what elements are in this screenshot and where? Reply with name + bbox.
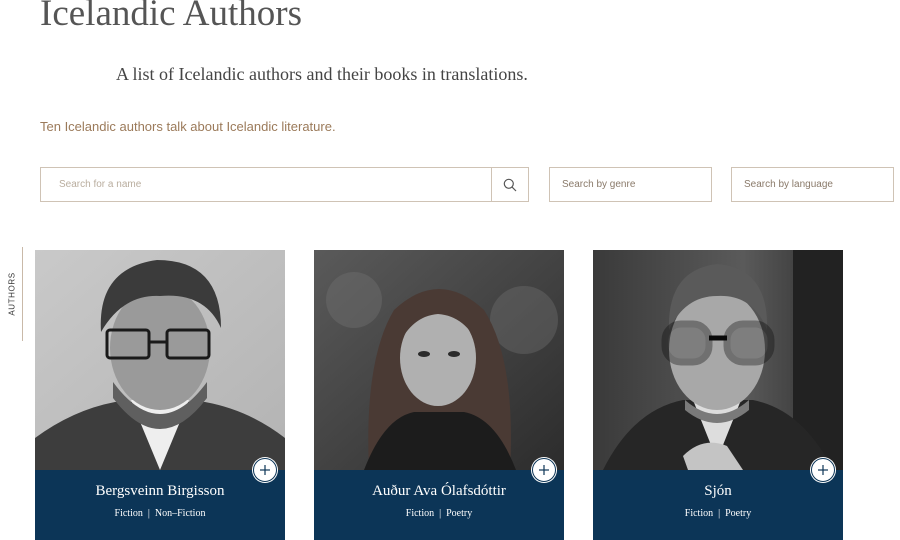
genre-tag: Fiction (684, 508, 714, 519)
expand-author-button[interactable] (253, 458, 277, 482)
author-card[interactable]: Bergsveinn Birgisson Fiction | Non–Fiction (35, 250, 285, 540)
author-name[interactable]: Sjón (593, 483, 843, 500)
author-name[interactable]: Bergsveinn Birgisson (35, 483, 285, 500)
genre-filter[interactable]: Search by genre (549, 167, 712, 202)
genre-separator: | (147, 508, 150, 519)
expand-author-button[interactable] (532, 458, 556, 482)
name-search-box (40, 167, 529, 202)
genre-tag: Poetry (725, 508, 752, 519)
authors-side-tab-label: AUTHORS (7, 272, 17, 316)
search-button[interactable] (491, 168, 528, 201)
author-genres: Fiction | Poetry (314, 508, 564, 519)
genre-filter-label: Search by genre (562, 179, 636, 190)
page-subtitle: A list of Icelandic authors and their bo… (116, 64, 528, 84)
genre-separator: | (439, 508, 442, 519)
plus-icon (818, 465, 828, 475)
language-filter-label: Search by language (744, 179, 833, 190)
page-title: Icelandic Authors (40, 0, 302, 34)
plus-icon (260, 465, 270, 475)
author-card[interactable]: Sjón Fiction | Poetry (593, 250, 843, 540)
name-search-input[interactable] (41, 168, 491, 201)
plus-icon (539, 465, 549, 475)
author-name[interactable]: Auður Ava Ólafsdóttir (314, 483, 564, 500)
intro-link[interactable]: Ten Icelandic authors talk about Iceland… (40, 119, 336, 134)
author-photo (593, 250, 843, 470)
genre-tag: Fiction (405, 508, 435, 519)
author-photo (314, 250, 564, 470)
search-icon (503, 178, 517, 191)
author-photo (35, 250, 285, 470)
author-card[interactable]: Auður Ava Ólafsdóttir Fiction | Poetry (314, 250, 564, 540)
genre-separator: | (718, 508, 721, 519)
authors-side-tab[interactable]: AUTHORS (0, 247, 23, 341)
genre-tag: Non–Fiction (154, 508, 206, 519)
genre-tag: Poetry (446, 508, 473, 519)
genre-tag: Fiction (114, 508, 143, 519)
author-genres: Fiction | Poetry (593, 508, 843, 519)
expand-author-button[interactable] (811, 458, 835, 482)
author-genres: Fiction | Non–Fiction (35, 508, 285, 519)
language-filter[interactable]: Search by language (731, 167, 894, 202)
